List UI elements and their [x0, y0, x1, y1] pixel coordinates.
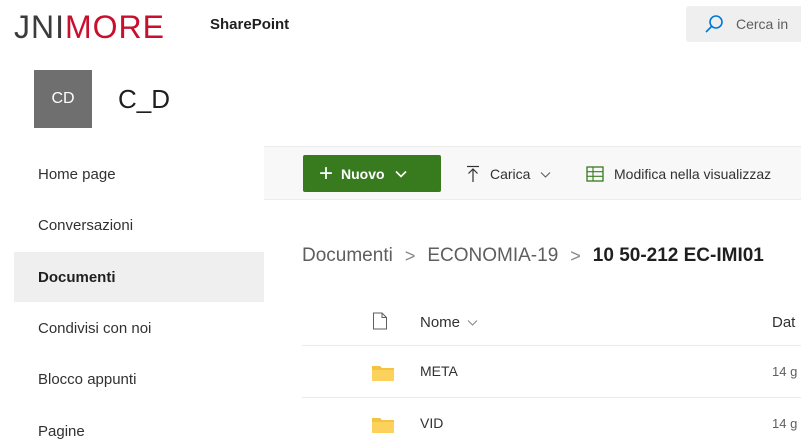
org-logo[interactable]: JNIMORE: [14, 7, 165, 47]
site-logo[interactable]: CD: [34, 70, 92, 128]
breadcrumb-item-documents[interactable]: Documenti: [302, 245, 393, 267]
list-item[interactable]: VID 14 g: [302, 398, 801, 445]
column-header-date[interactable]: Dat: [772, 314, 795, 331]
nav-item-notebook[interactable]: Blocco appunti: [14, 354, 264, 404]
upload-button-label: Carica: [490, 166, 531, 182]
nav-item-documents[interactable]: Documenti: [14, 252, 264, 302]
command-bar: + Nuovo Carica Modifica nella visualizza…: [264, 146, 801, 200]
list-item-date: 14 g: [772, 416, 798, 431]
folder-icon: [372, 418, 394, 433]
plus-icon: +: [319, 159, 334, 187]
chevron-right-icon: >: [404, 245, 416, 266]
site-title[interactable]: C_D: [118, 84, 170, 114]
search-box[interactable]: [686, 6, 801, 42]
new-button-label: Nuovo: [341, 165, 385, 182]
search-icon: [705, 15, 723, 33]
nav-item-conversations[interactable]: Conversazioni: [14, 200, 264, 250]
nav-item-home[interactable]: Home page: [14, 149, 264, 199]
breadcrumb: Documenti > ECONOMIA-19 > 10 50-212 EC-I…: [302, 245, 764, 267]
file-type-icon[interactable]: [372, 312, 388, 330]
upload-icon: [467, 165, 479, 182]
grid-icon: [586, 166, 604, 182]
chevron-down-icon: [467, 320, 478, 326]
upload-button[interactable]: Carica: [466, 164, 551, 184]
app-name[interactable]: SharePoint: [210, 16, 289, 33]
chevron-down-icon: [541, 171, 551, 178]
list-item-name[interactable]: META: [420, 363, 458, 379]
list-header: Nome Dat: [302, 296, 801, 346]
list-item-name[interactable]: VID: [420, 415, 443, 431]
new-button[interactable]: + Nuovo: [303, 155, 441, 192]
breadcrumb-item-economia[interactable]: ECONOMIA-19: [427, 245, 558, 267]
suite-bar: JNIMORE SharePoint: [0, 0, 801, 52]
chevron-right-icon: >: [570, 245, 581, 266]
folder-icon: [372, 366, 394, 381]
edit-grid-view-label: Modifica nella visualizzaz: [614, 166, 772, 182]
file-list: Nome Dat META 14 g VID 14 g: [302, 296, 801, 445]
nav-item-pages[interactable]: Pagine: [14, 406, 264, 445]
edit-grid-view-button[interactable]: Modifica nella visualizzaz: [586, 164, 771, 184]
search-input[interactable]: [736, 14, 801, 34]
left-navigation: Home page Conversazioni Documenti Condiv…: [0, 146, 264, 445]
logo-text-part1: JNI: [14, 9, 65, 45]
chevron-down-icon: [395, 170, 407, 178]
site-header: CD C_D: [0, 52, 801, 146]
logo-text-part2: MORE: [65, 9, 165, 45]
list-item-date: 14 g: [772, 364, 798, 379]
column-header-name-label: Nome: [420, 314, 461, 331]
column-header-name[interactable]: Nome: [420, 314, 478, 331]
nav-item-shared-with-us[interactable]: Condivisi con noi: [14, 303, 264, 353]
list-item[interactable]: META 14 g: [302, 346, 801, 398]
breadcrumb-current: 10 50-212 EC-IMI01: [592, 245, 764, 266]
